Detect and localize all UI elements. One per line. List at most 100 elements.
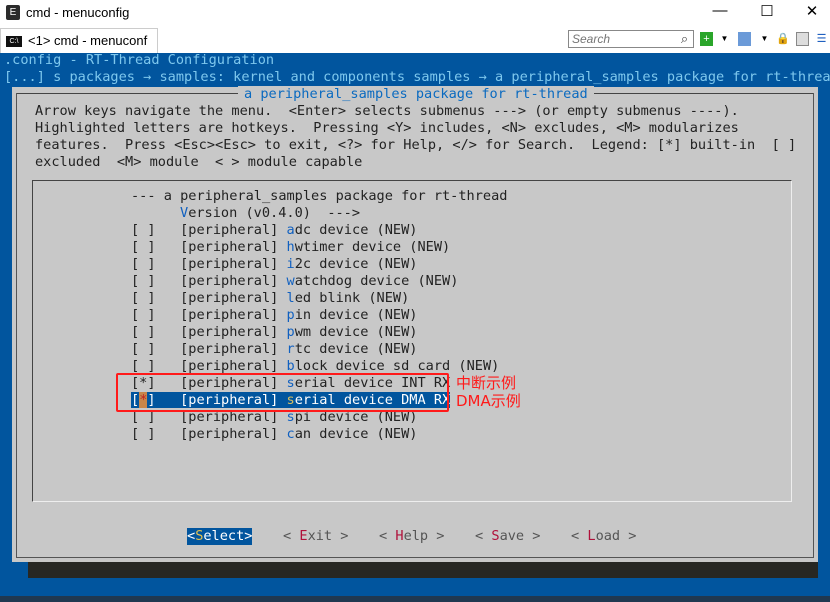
button-label: ave bbox=[499, 528, 525, 544]
menu-item[interactable]: [ ] [peripheral] led blink (NEW) bbox=[131, 290, 409, 307]
bracket: < bbox=[571, 528, 588, 544]
menu-item[interactable]: [ ] [peripheral] adc device (NEW) bbox=[131, 222, 417, 239]
dialog-shadow bbox=[28, 562, 818, 578]
panel-icon[interactable] bbox=[796, 32, 809, 46]
item-text: [peripheral] pwm device (NEW) bbox=[180, 324, 417, 340]
item-label: atchdog device (NEW) bbox=[294, 273, 459, 289]
status-bar bbox=[0, 596, 830, 602]
bracket: > bbox=[244, 528, 253, 544]
menu-icon[interactable]: ☰ bbox=[815, 32, 828, 46]
checkbox-gap bbox=[156, 256, 181, 272]
checkbox[interactable]: [ ] bbox=[131, 239, 156, 255]
menu-item[interactable]: [ ] [peripheral] pwm device (NEW) bbox=[131, 324, 417, 341]
checkbox[interactable]: [ ] bbox=[131, 273, 156, 289]
hotkey: p bbox=[286, 324, 295, 340]
minimize-button[interactable]: — bbox=[705, 2, 735, 19]
item-label: ed blink (NEW) bbox=[294, 290, 410, 306]
item-tag: [peripheral] bbox=[180, 324, 287, 340]
help-line: Arrow keys navigate the menu. <Enter> se… bbox=[35, 103, 739, 119]
hotkey: S bbox=[491, 528, 500, 544]
item-text: [peripheral] block device sd card (NEW) bbox=[180, 358, 499, 374]
tab-bar: C:\ <1> cmd - menuconf ⌕ + ▼ ▼ 🔒 ☰ bbox=[0, 26, 830, 53]
menu-item[interactable]: [ ] [peripheral] pin device (NEW) bbox=[131, 307, 417, 324]
menu-item[interactable]: [ ] [peripheral] i2c device (NEW) bbox=[131, 256, 417, 273]
hotkey: l bbox=[286, 290, 295, 306]
menu-item-version[interactable]: Version (v0.4.0) ---> bbox=[180, 205, 360, 222]
checkbox-gap bbox=[156, 239, 181, 255]
bracket: < bbox=[187, 528, 196, 544]
item-label: in device (NEW) bbox=[294, 307, 418, 323]
item-tag: [peripheral] bbox=[180, 307, 287, 323]
item-tag: [peripheral] bbox=[180, 239, 287, 255]
hotkey: b bbox=[286, 358, 295, 374]
checkbox[interactable]: [ ] bbox=[131, 290, 156, 306]
annotation-box bbox=[116, 373, 449, 412]
button-select[interactable]: <Select> bbox=[187, 528, 253, 545]
maximize-button[interactable]: ☐ bbox=[752, 2, 782, 20]
button-label: oad bbox=[595, 528, 621, 544]
item-label: wtimer device (NEW) bbox=[294, 239, 451, 255]
view-icon[interactable] bbox=[738, 32, 751, 46]
annotation-int: 中断示例 bbox=[456, 374, 517, 392]
console-app-icon: E bbox=[6, 5, 20, 20]
new-console-icon[interactable]: + bbox=[700, 32, 713, 46]
item-tag: [peripheral] bbox=[180, 358, 287, 374]
help-line: excluded <M> module < > module capable bbox=[35, 154, 363, 170]
bracket: > bbox=[428, 528, 445, 544]
hotkey: i bbox=[286, 256, 295, 272]
item-text: [peripheral] watchdog device (NEW) bbox=[180, 273, 458, 289]
help-line: Highlighted letters are hotkeys. Pressin… bbox=[35, 120, 739, 136]
button-exit[interactable]: < Exit > bbox=[283, 528, 349, 545]
hotkey: c bbox=[286, 426, 295, 442]
hotkey: a bbox=[286, 222, 295, 238]
menu-item[interactable]: [ ] [peripheral] hwtimer device (NEW) bbox=[131, 239, 450, 256]
menu-item[interactable]: [ ] [peripheral] watchdog device (NEW) bbox=[131, 273, 458, 290]
item-tag: [peripheral] bbox=[180, 222, 287, 238]
item-text: [peripheral] hwtimer device (NEW) bbox=[180, 239, 450, 255]
search-input[interactable] bbox=[568, 30, 694, 48]
checkbox-gap bbox=[156, 222, 181, 238]
button-help[interactable]: < Help > bbox=[379, 528, 445, 545]
checkbox[interactable]: [ ] bbox=[131, 307, 156, 323]
checkbox-gap bbox=[156, 307, 181, 323]
hotkey: H bbox=[395, 528, 404, 544]
hotkey: E bbox=[299, 528, 308, 544]
button-label: xit bbox=[307, 528, 333, 544]
item-label: lock device sd card (NEW) bbox=[294, 358, 500, 374]
checkbox[interactable]: [ ] bbox=[131, 358, 156, 374]
cmd-icon: C:\ bbox=[6, 36, 22, 48]
checkbox[interactable]: [ ] bbox=[131, 426, 156, 442]
item-label: an device (NEW) bbox=[294, 426, 418, 442]
dropdown-icon[interactable]: ▼ bbox=[758, 32, 771, 46]
close-button[interactable]: ✕ bbox=[797, 2, 827, 20]
dropdown-icon[interactable]: ▼ bbox=[718, 32, 731, 46]
bracket: > bbox=[524, 528, 541, 544]
checkbox[interactable]: [ ] bbox=[131, 341, 156, 357]
checkbox-gap bbox=[156, 290, 181, 306]
checkbox-gap bbox=[156, 358, 181, 374]
button-load[interactable]: < Load > bbox=[571, 528, 637, 545]
lock-icon[interactable]: 🔒 bbox=[776, 32, 790, 46]
button-save[interactable]: < Save > bbox=[475, 528, 541, 545]
tab-label: <1> cmd - menuconf bbox=[28, 33, 148, 48]
bracket: < bbox=[475, 528, 492, 544]
checkbox[interactable]: [ ] bbox=[131, 222, 156, 238]
item-text: [peripheral] adc device (NEW) bbox=[180, 222, 417, 238]
tab-cmd[interactable]: C:\ <1> cmd - menuconf bbox=[0, 28, 158, 53]
item-text: [peripheral] led blink (NEW) bbox=[180, 290, 409, 306]
item-tag: [peripheral] bbox=[180, 273, 287, 289]
button-label: elect bbox=[203, 528, 245, 544]
checkbox-gap bbox=[156, 273, 181, 289]
menu-item[interactable]: [ ] [peripheral] can device (NEW) bbox=[131, 426, 417, 443]
checkbox[interactable]: [ ] bbox=[131, 256, 156, 272]
bracket: < bbox=[379, 528, 396, 544]
item-label: wm device (NEW) bbox=[294, 324, 418, 340]
search-icon[interactable]: ⌕ bbox=[678, 32, 691, 46]
checkbox[interactable]: [ ] bbox=[131, 324, 156, 340]
hotkey: w bbox=[286, 273, 295, 289]
hotkey: p bbox=[286, 307, 295, 323]
window-titlebar: E cmd - menuconfig — ☐ ✕ bbox=[0, 0, 830, 26]
checkbox-gap bbox=[156, 341, 181, 357]
item-text: [peripheral] rtc device (NEW) bbox=[180, 341, 417, 357]
menu-item[interactable]: [ ] [peripheral] rtc device (NEW) bbox=[131, 341, 417, 358]
